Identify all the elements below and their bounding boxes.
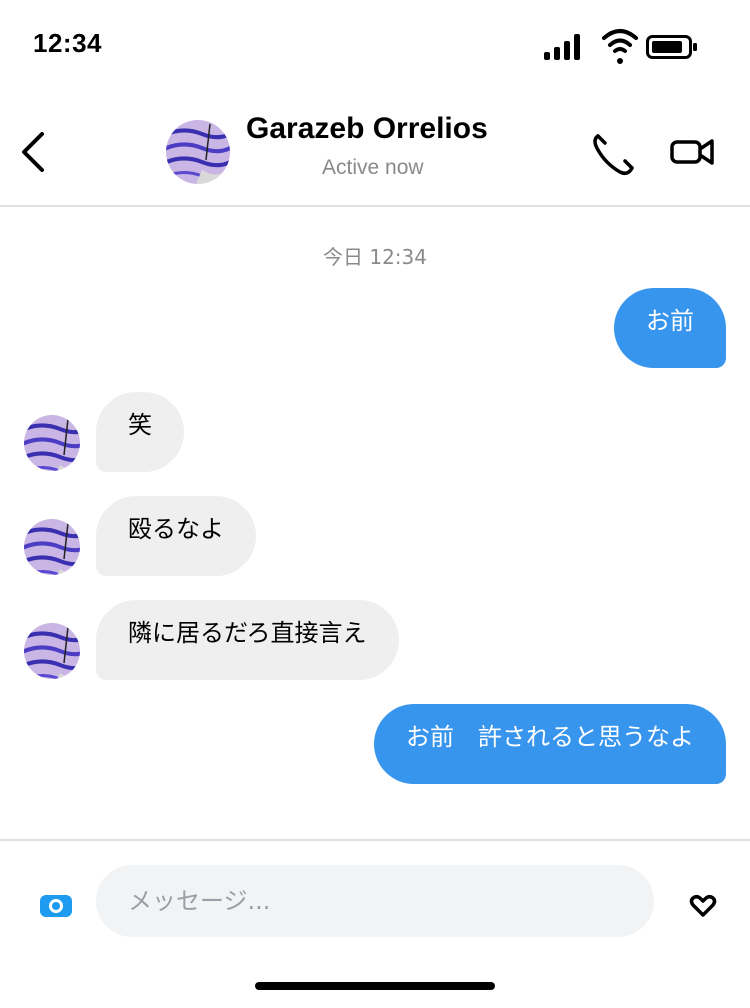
- contact-name[interactable]: Garazeb Orrelios: [246, 112, 488, 146]
- camera-icon[interactable]: [38, 891, 74, 921]
- message-list[interactable]: 今日 12:34 お前 笑 殴るなよ 隣に居るだろ直接言え お前 許されると思う…: [0, 207, 750, 839]
- message-bubble[interactable]: 笑: [96, 392, 184, 472]
- chevron-left-icon[interactable]: [12, 126, 58, 178]
- message-composer: [0, 839, 750, 1008]
- message-input[interactable]: [96, 865, 654, 937]
- video-camera-icon[interactable]: [668, 132, 718, 172]
- sender-avatar[interactable]: [24, 623, 80, 679]
- incoming-message[interactable]: 隣に居るだろ直接言え: [96, 600, 399, 680]
- contact-avatar[interactable]: [166, 120, 230, 184]
- outgoing-message[interactable]: お前 許されると思うなよ: [374, 704, 726, 784]
- incoming-message[interactable]: 殴るなよ: [96, 496, 256, 576]
- message-bubble[interactable]: 隣に居るだろ直接言え: [96, 600, 399, 680]
- message-bubble[interactable]: お前: [614, 288, 726, 368]
- chat-timestamp: 今日 12:34: [323, 245, 427, 269]
- home-indicator[interactable]: [255, 982, 495, 990]
- status-time: 12:34: [33, 28, 102, 58]
- message-bubble[interactable]: お前 許されると思うなよ: [374, 704, 726, 784]
- outgoing-message[interactable]: お前: [614, 288, 726, 368]
- contact-status: Active now: [322, 156, 424, 179]
- status-bar: 12:34: [0, 0, 750, 92]
- signal-icon: [544, 34, 584, 60]
- wifi-icon: [602, 29, 638, 64]
- sender-avatar[interactable]: [24, 415, 80, 471]
- sender-avatar[interactable]: [24, 519, 80, 575]
- phone-icon[interactable]: [588, 128, 640, 180]
- incoming-message[interactable]: 笑: [96, 392, 184, 472]
- chat-header: Garazeb Orrelios Active now: [0, 92, 750, 207]
- heart-icon[interactable]: [688, 893, 718, 919]
- message-bubble[interactable]: 殴るなよ: [96, 496, 256, 576]
- battery-icon: [646, 35, 697, 59]
